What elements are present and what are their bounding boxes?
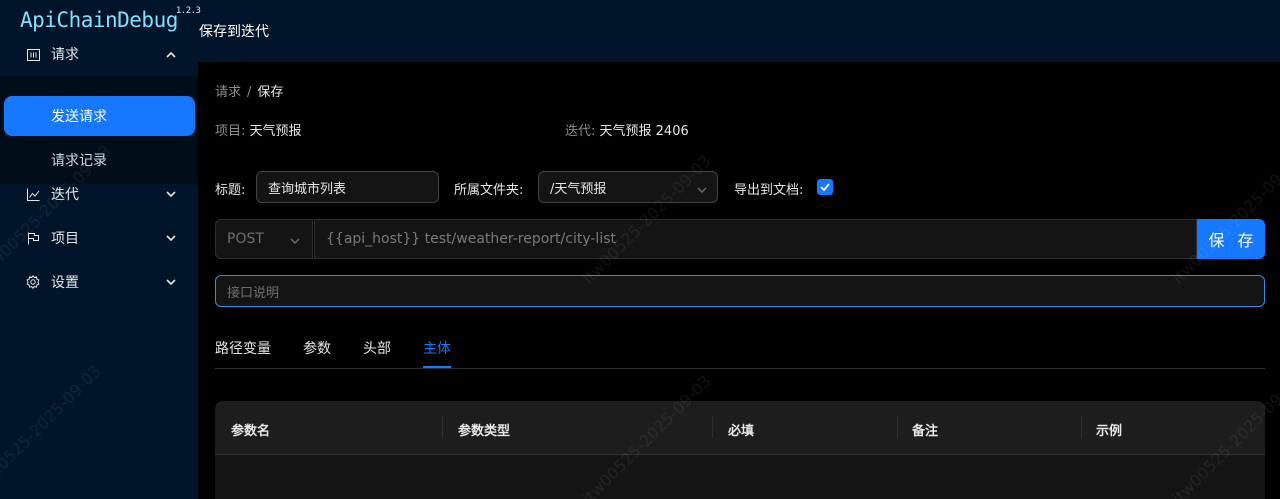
chevron-down-icon	[697, 183, 707, 198]
tab-active-indicator	[423, 366, 451, 368]
project-value: 天气预报	[249, 124, 302, 139]
app-version: 1.2.3	[175, 6, 201, 16]
tab-body[interactable]: 主体	[423, 338, 451, 358]
iteration-value: 天气预报 2406	[599, 124, 689, 139]
sidebar-item-label: 设置	[51, 275, 79, 291]
iteration-label: 迭代:	[565, 124, 596, 139]
calendar-icon	[26, 47, 40, 61]
method-select[interactable]: POST	[215, 219, 313, 259]
breadcrumb-separator: /	[247, 85, 252, 100]
column-header: 备注	[912, 424, 939, 439]
export-checkbox[interactable]	[817, 179, 833, 195]
sidebar-item-label: 项目	[51, 231, 79, 247]
project-label: 项目:	[215, 124, 246, 139]
sidebar: 发送请求 请求记录 请求 迭代 项目 设置	[0, 47, 198, 499]
tab-path-variables[interactable]: 路径变量	[215, 338, 271, 358]
sidebar-item-projects[interactable]: 项目	[0, 216, 198, 260]
url-value: {{api_host}} test/weather-report/city-li…	[326, 231, 616, 247]
line-chart-icon	[26, 187, 40, 201]
sidebar-item-requests[interactable]: 请求	[0, 32, 198, 76]
column-divider	[712, 416, 713, 438]
column-divider	[897, 416, 898, 438]
app-logo[interactable]: ApiChainDebug1.2.3	[20, 6, 202, 32]
title-label: 标题:	[215, 183, 246, 198]
check-icon	[820, 183, 830, 191]
chevron-down-icon	[164, 231, 178, 245]
page-title: 保存到迭代	[199, 24, 269, 40]
save-button[interactable]: 保 存	[1197, 219, 1265, 259]
sidebar-item-settings[interactable]: 设置	[0, 260, 198, 304]
title-input[interactable]: 查询城市列表	[256, 171, 439, 203]
iteration-info: 迭代: 天气预报 2406	[565, 120, 689, 139]
column-header: 必填	[728, 424, 755, 439]
url-input[interactable]: {{api_host}} test/weather-report/city-li…	[314, 219, 1197, 259]
flag-icon	[26, 231, 40, 245]
description-placeholder: 接口说明	[227, 285, 280, 301]
breadcrumb-current: 保存	[257, 85, 284, 100]
tab-headers[interactable]: 头部	[363, 338, 391, 358]
sidebar-item-label: 发送请求	[51, 109, 107, 125]
main-content: 请求 / 保存 项目: 天气预报 迭代: 天气预报 2406 标题: 查询城市列表 …	[198, 62, 1280, 499]
chevron-up-icon	[164, 47, 178, 61]
export-label: 导出到文档:	[734, 183, 804, 198]
table-header: 参数名 参数类型 必填 备注 示例	[215, 401, 1265, 455]
title-value: 查询城市列表	[268, 181, 347, 197]
column-header: 参数名	[231, 424, 271, 439]
tabs: 路径变量 参数 头部 主体	[215, 330, 1265, 369]
submenu-requests: 发送请求 请求记录	[0, 76, 198, 184]
sidebar-item-label: 请求	[51, 47, 79, 63]
sidebar-item-iterations[interactable]: 迭代	[0, 172, 198, 216]
sidebar-item-label: 迭代	[51, 187, 79, 203]
sidebar-item-label: 请求记录	[51, 153, 107, 169]
description-input[interactable]: 接口说明	[215, 275, 1265, 307]
column-header: 示例	[1096, 424, 1123, 439]
column-header: 参数类型	[458, 424, 511, 439]
chevron-down-icon	[164, 187, 178, 201]
method-value: POST	[227, 231, 264, 247]
column-divider	[1081, 416, 1082, 438]
folder-select[interactable]: /天气预报	[538, 171, 718, 203]
column-divider	[442, 416, 443, 438]
gear-icon	[26, 275, 40, 289]
project-info: 项目: 天气预报	[215, 120, 302, 139]
chevron-down-icon	[164, 275, 178, 289]
folder-value: /天气预报	[550, 181, 607, 197]
params-table: 参数名 参数类型 必填 备注 示例	[215, 401, 1265, 499]
breadcrumb: 请求 / 保存	[215, 81, 283, 100]
app-logo-text: ApiChainDebug	[20, 8, 178, 32]
breadcrumb-parent[interactable]: 请求	[215, 85, 241, 100]
chevron-down-icon	[290, 233, 300, 249]
tab-params[interactable]: 参数	[303, 338, 331, 358]
sidebar-item-send-request[interactable]: 发送请求	[4, 96, 195, 136]
folder-label: 所属文件夹:	[454, 183, 524, 198]
